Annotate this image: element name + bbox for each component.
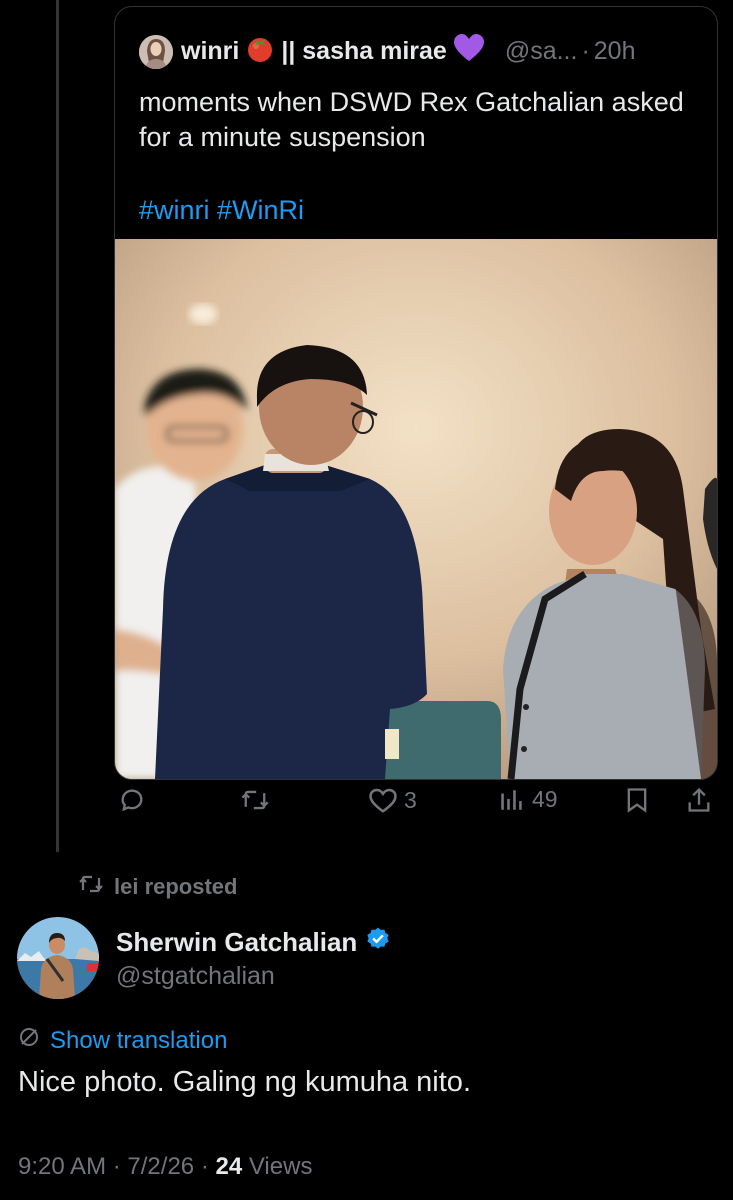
meta-separator: · [112,1153,121,1180]
show-translation-link[interactable]: Show translation [18,1026,227,1055]
header-separator: · [581,37,590,65]
tweet-metadata: 9:20 AM · 7/2/26 · 24 Views [18,1153,312,1181]
heart-icon [368,786,398,814]
quoted-tweet-header: winri || sasha mirae @sa... · 20h [139,33,636,70]
share-icon [686,786,712,814]
author-name-text: Sherwin Gatchalian [116,927,358,957]
tweet-views-count: 24 [215,1153,243,1180]
tweet-time[interactable]: 9:20 AM [18,1153,106,1180]
repost-icon [240,786,270,814]
quoted-hashtags: #winri #WinRi [139,195,304,226]
reply-icon [118,786,146,814]
bookmark-button[interactable] [624,786,650,814]
like-button[interactable]: 3 [368,786,417,814]
hashtag-winri-caps[interactable]: #WinRi [217,195,304,225]
show-translation-label: Show translation [50,1026,228,1054]
quoted-author-handle[interactable]: @sa... [505,37,578,66]
author-name[interactable]: Sherwin Gatchalian [116,926,391,959]
quoted-author-name-2[interactable]: || sasha mirae [281,37,446,66]
author-avatar[interactable] [17,917,99,999]
views-count: 49 [532,786,558,812]
tweet-action-bar: 3 49 [112,786,722,832]
quoted-author-avatar[interactable] [139,34,173,69]
bookmark-icon [624,786,650,814]
tweet-date[interactable]: 7/2/26 [127,1153,194,1180]
like-count: 3 [404,786,417,813]
translate-icon [18,1026,50,1055]
repost-label: lei reposted [114,874,238,899]
share-button[interactable] [686,786,712,814]
hashtag-winri[interactable]: #winri [139,195,210,225]
quoted-tweet-text: moments when DSWD Rex Gatchalian asked f… [139,87,684,152]
repost-indicator[interactable]: lei reposted [78,872,237,902]
meta-separator: · [200,1153,209,1180]
verified-badge-icon[interactable] [357,926,391,959]
views-icon [498,787,524,813]
repost-icon [78,872,114,902]
quoted-author-name[interactable]: winri [181,37,239,66]
tweet-views-label: Views [248,1153,313,1180]
quoted-tweet-card[interactable]: winri || sasha mirae @sa... · 20h moment… [114,6,718,780]
reply-button[interactable] [118,786,146,814]
quoted-timestamp[interactable]: 20h [594,37,636,66]
repost-button[interactable] [240,786,270,814]
tomato-emoji-icon [245,33,275,70]
quoted-tweet-photo[interactable] [115,239,717,779]
author-handle[interactable]: @stgatchalian [116,962,275,991]
thread-connector-line [56,0,59,852]
views-button[interactable]: 49 [498,786,558,813]
purple-heart-emoji-icon [453,33,485,70]
tweet-text: Nice photo. Galing ng kumuha nito. [18,1066,471,1098]
